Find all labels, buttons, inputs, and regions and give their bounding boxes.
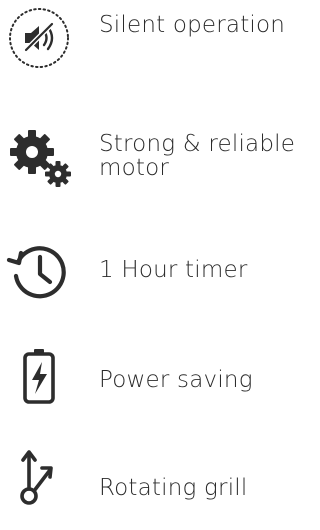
timer-icon (4, 236, 74, 306)
feature-label: Strong & reliable motor (99, 131, 296, 181)
feature-rotating-grill: Rotating grill (0, 440, 320, 530)
gears-icon (4, 122, 74, 192)
feature-label: 1 Hour timer (99, 257, 248, 283)
silent-icon (4, 3, 74, 73)
feature-hour-timer: 1 Hour timer (0, 232, 320, 322)
feature-label: Rotating grill (99, 475, 248, 501)
feature-label: Silent operation (99, 12, 286, 38)
feature-list: Silent operation Strong & reliable motor… (0, 0, 320, 515)
feature-silent-operation: Silent operation (0, 0, 320, 90)
battery-icon (4, 343, 74, 413)
rotating-grill-icon (4, 444, 74, 514)
feature-label: Power saving (99, 367, 253, 393)
feature-power-saving: Power saving (0, 335, 320, 425)
feature-strong-motor: Strong & reliable motor (0, 112, 320, 202)
